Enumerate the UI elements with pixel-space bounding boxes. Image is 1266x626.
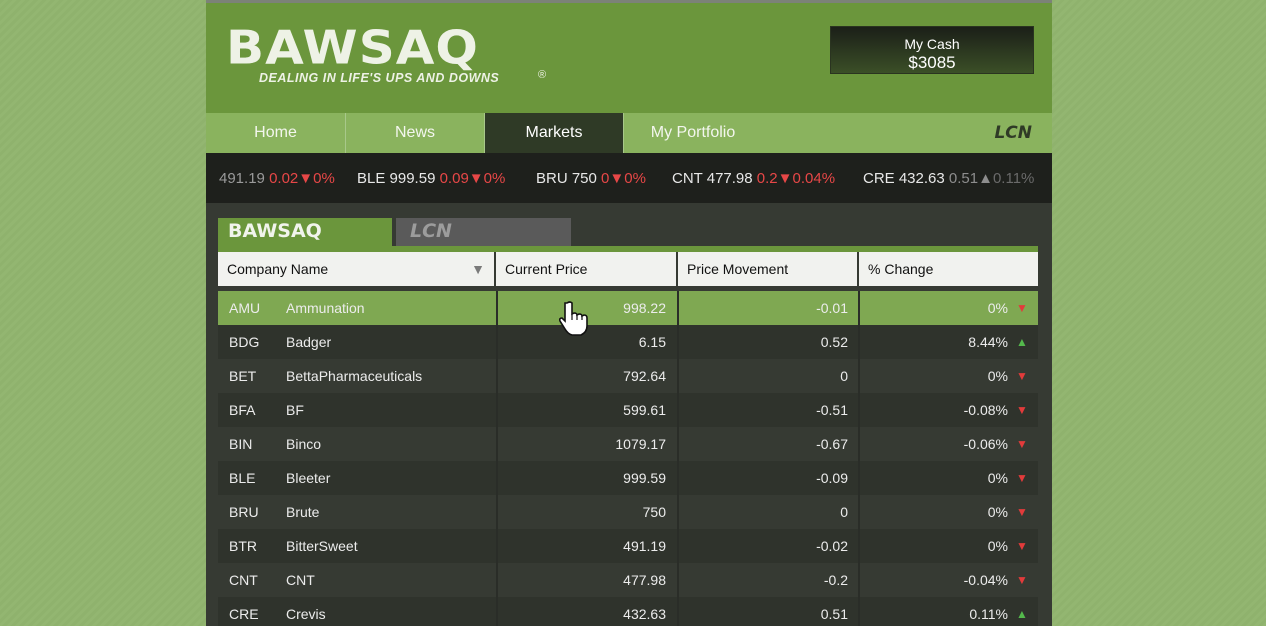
cash-value: $3085 — [908, 53, 956, 72]
browser-page: BAWSAQ ® DEALING IN LIFE'S UPS AND DOWNS… — [206, 0, 1052, 626]
table-row[interactable]: BTR BitterSweet 491.19 -0.02 0% ▼ — [218, 529, 1038, 563]
column-current-price[interactable]: Current Price — [496, 252, 676, 286]
table-row[interactable]: BET BettaPharmaceuticals 792.64 0 0% ▼ — [218, 359, 1038, 393]
up-arrow-icon: ▲ — [1016, 607, 1028, 621]
up-arrow-icon: ▲ — [978, 170, 993, 187]
bawsaq-tab-logo: BAWSAQ — [228, 220, 322, 242]
site-header: BAWSAQ ® DEALING IN LIFE'S UPS AND DOWNS… — [206, 3, 1052, 113]
table-row[interactable]: BFA BF 599.61 -0.51 -0.08% ▼ — [218, 393, 1038, 427]
lcn-logo[interactable]: LCN — [994, 123, 1032, 143]
stock-ticker: 491.19 0.02▼0% BLE 999.59 0.09▼0% BRU 75… — [206, 153, 1052, 203]
ticker-item: BRU 750 0▼0% — [536, 170, 646, 187]
column-percent-change[interactable]: % Change — [859, 252, 1038, 286]
column-price-movement[interactable]: Price Movement — [678, 252, 857, 286]
table-row[interactable]: BLE Bleeter 999.59 -0.09 0% ▼ — [218, 461, 1038, 495]
down-arrow-icon: ▼ — [298, 170, 314, 187]
bawsaq-logo[interactable]: BAWSAQ — [226, 25, 479, 71]
tab-home[interactable]: Home — [206, 113, 346, 153]
down-arrow-icon: ▼ — [468, 170, 484, 187]
table-row[interactable]: BDG Badger 6.15 0.52 8.44% ▲ — [218, 325, 1038, 359]
cash-label: My Cash — [904, 36, 960, 52]
down-arrow-icon: ▼ — [1016, 437, 1028, 451]
sort-down-icon: ▼ — [471, 261, 485, 277]
tagline: DEALING IN LIFE'S UPS AND DOWNS — [259, 71, 500, 85]
hand-cursor-icon — [558, 301, 588, 336]
ticker-item: BLE 999.59 0.09▼0% — [357, 170, 506, 187]
markets-panel: BAWSAQ LCN Company Name ▼ Current Price … — [206, 203, 1052, 626]
tab-bawsaq-exchange[interactable]: BAWSAQ — [218, 218, 392, 246]
ticker-item: 491.19 0.02▼0% — [219, 170, 335, 187]
lcn-tab-logo: LCN — [410, 220, 452, 242]
registered-mark: ® — [538, 69, 547, 81]
down-arrow-icon: ▼ — [1016, 301, 1028, 315]
down-arrow-icon: ▼ — [609, 170, 625, 187]
tab-markets[interactable]: Markets — [485, 113, 624, 153]
down-arrow-icon: ▼ — [1016, 369, 1028, 383]
up-arrow-icon: ▲ — [1016, 335, 1028, 349]
down-arrow-icon: ▼ — [1016, 471, 1028, 485]
down-arrow-icon: ▼ — [1016, 573, 1028, 587]
table-row[interactable]: BRU Brute 750 0 0% ▼ — [218, 495, 1038, 529]
ticker-item: CRE 432.63 0.51▲0.11% — [863, 170, 1035, 187]
tab-news[interactable]: News — [346, 113, 485, 153]
table-row[interactable]: CNT CNT 477.98 -0.2 -0.04% ▼ — [218, 563, 1038, 597]
down-arrow-icon: ▼ — [1016, 539, 1028, 553]
column-company-name[interactable]: Company Name ▼ — [218, 252, 494, 286]
tab-lcn-exchange[interactable]: LCN — [396, 218, 571, 246]
ticker-item: CNT 477.98 0.2▼0.04% — [672, 170, 836, 187]
down-arrow-icon: ▼ — [1016, 505, 1028, 519]
table-row[interactable]: AMU Ammunation 998.22 -0.01 0% ▼ — [218, 291, 1038, 325]
stock-table-body: AMU Ammunation 998.22 -0.01 0% ▼ BDG Bad… — [218, 291, 1038, 626]
down-arrow-icon: ▼ — [1016, 403, 1028, 417]
table-header: Company Name ▼ Current Price Price Movem… — [218, 252, 1038, 288]
table-row[interactable]: CRE Crevis 432.63 0.51 0.11% ▲ — [218, 597, 1038, 626]
tab-my-portfolio[interactable]: My Portfolio — [624, 113, 762, 153]
table-row[interactable]: BIN Binco 1079.17 -0.67 -0.06% ▼ — [218, 427, 1038, 461]
my-cash-box: My Cash $3085 — [830, 26, 1034, 74]
down-arrow-icon: ▼ — [777, 170, 793, 187]
main-nav: Home News Markets My Portfolio LCN — [206, 113, 1052, 153]
